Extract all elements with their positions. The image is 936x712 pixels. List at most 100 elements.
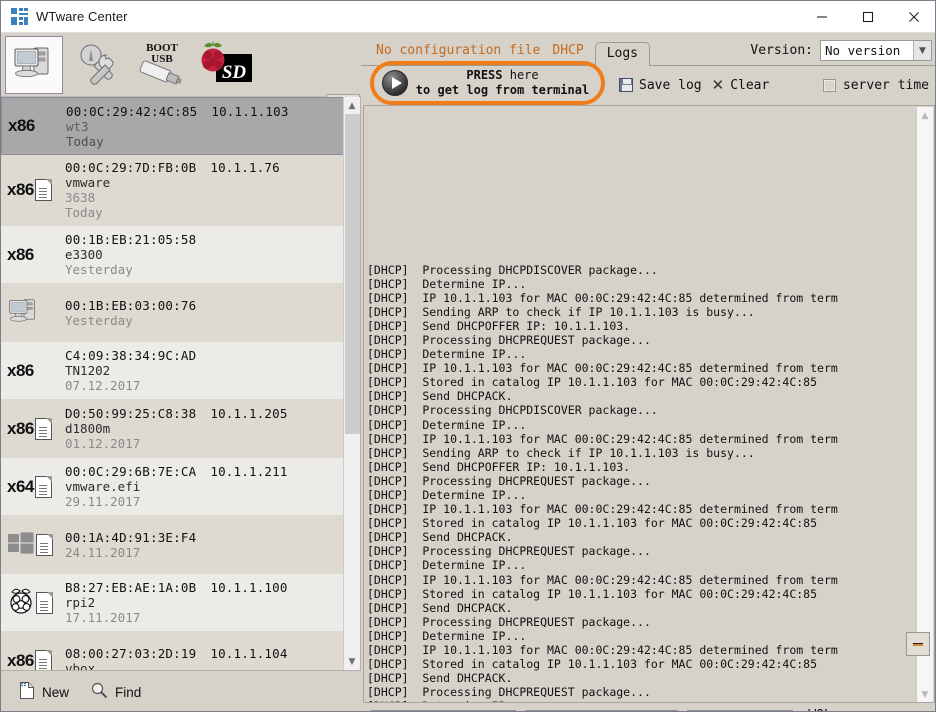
wrench-screwdriver-icon — [75, 41, 121, 89]
row-body: 00:0C:29:7D:FB:0B10.1.1.76vmware3638Toda… — [63, 160, 344, 220]
list-footer: New Find — [1, 670, 361, 712]
terminal-list-item[interactable]: x8600:0C:29:42:4C:8510.1.1.103wt3Today — [1, 97, 344, 155]
row-body: 00:1B:EB:03:00:76Yesterday — [63, 298, 344, 328]
row-date: 24.11.2017 — [65, 545, 344, 560]
minimize-button[interactable] — [799, 1, 845, 33]
config-file-icon — [35, 179, 52, 201]
row-name: TN1202 — [65, 363, 344, 378]
terminal-list-item[interactable]: 00:1B:EB:03:00:76Yesterday — [1, 284, 344, 342]
row-icons: x86 — [1, 349, 63, 393]
terminal-list-item[interactable]: B8:27:EB:AE:1A:0B10.1.1.100rpi217.11.201… — [1, 574, 344, 632]
save-log-button[interactable]: Save log — [619, 78, 702, 93]
terminal-list-item[interactable]: 00:1A:4D:91:3E:F424.11.2017 — [1, 516, 344, 574]
version-control: Version: No version ▼ — [750, 40, 932, 61]
maximize-button[interactable] — [845, 1, 891, 33]
terminal-list-item[interactable]: x6400:0C:29:6B:7E:CA10.1.1.211vmware.efi… — [1, 458, 344, 516]
get-log-button[interactable]: PRESS here to get log from terminal — [370, 61, 605, 105]
row-mac-ip: 00:1B:EB:21:05:58 — [65, 232, 344, 247]
config-file-icon — [36, 534, 53, 556]
title-bar: WTware Center — [1, 1, 936, 33]
row-mac-ip: 08:00:27:03:2D:1910.1.1.104 — [65, 646, 344, 661]
row-name: vbox — [65, 661, 344, 671]
row-body: C4:09:38:34:9C:ADTN120207.12.2017 — [63, 348, 344, 393]
terminal-list-item[interactable]: x8600:1B:EB:21:05:58e3300Yesterday — [1, 226, 344, 284]
version-label: Version: — [750, 43, 813, 58]
chevron-down-icon[interactable]: ▼ — [913, 41, 931, 60]
play-circle-icon — [382, 70, 408, 96]
arch-label: x64 — [7, 477, 34, 497]
terminal-list-panel: x8600:0C:29:42:4C:8510.1.1.103wt3Todayx8… — [1, 97, 361, 670]
terminals-button[interactable] — [5, 36, 63, 94]
row-mac-ip: B8:27:EB:AE:1A:0B10.1.1.100 — [65, 580, 344, 595]
row-mac: 08:00:27:03:2D:19 — [65, 646, 196, 661]
log-scroll-down-icon[interactable]: ▼ — [917, 686, 933, 703]
new-button[interactable]: New — [19, 681, 69, 703]
row-date: Today — [65, 205, 344, 220]
log-scroll-up-icon[interactable]: ▲ — [917, 107, 933, 124]
floppy-save-icon — [619, 78, 633, 92]
row-body: 00:1A:4D:91:3E:F424.11.2017 — [63, 530, 344, 560]
row-mac: B8:27:EB:AE:1A:0B — [65, 580, 196, 595]
row-date: 07.12.2017 — [65, 378, 344, 393]
new-label: New — [42, 685, 69, 700]
clear-button[interactable]: ✕ Clear — [712, 78, 770, 93]
row-icons: x86 — [1, 233, 63, 277]
row-mac-ip: 00:1B:EB:03:00:76 — [65, 298, 344, 313]
version-select[interactable]: No version ▼ — [820, 40, 932, 61]
terminal-list-item[interactable]: x86D0:50:99:25:C8:3810.1.1.205d1800m01.1… — [1, 400, 344, 458]
row-name: wt3 — [66, 119, 343, 134]
terminal-list-item[interactable]: x8600:0C:29:7D:FB:0B10.1.1.76vmware3638T… — [1, 155, 344, 226]
row-date: Today — [66, 134, 343, 149]
row-body: D0:50:99:25:C8:3810.1.1.205d1800m01.12.2… — [63, 406, 344, 451]
settings-button[interactable] — [69, 36, 127, 94]
row-mac-ip: 00:0C:29:6B:7E:CA10.1.1.211 — [65, 464, 344, 479]
row-date: Yesterday — [65, 313, 344, 328]
row-date: 29.11.2017 — [65, 494, 344, 509]
log-actions: Save log ✕ Clear — [619, 66, 769, 104]
log-scrollbar[interactable]: ▲ ▼ — [916, 107, 933, 703]
terminal-list-scrollbar[interactable]: ▲ ▼ — [343, 97, 360, 670]
row-mac-ip: D0:50:99:25:C8:3810.1.1.205 — [65, 406, 344, 421]
row-body: 00:1B:EB:21:05:58e3300Yesterday — [63, 232, 344, 277]
terminal-list-item[interactable]: x86C4:09:38:34:9C:ADTN120207.12.2017 — [1, 342, 344, 400]
raspberry-sd-button[interactable]: SD — [193, 36, 255, 94]
row-ip: 10.1.1.211 — [210, 464, 287, 479]
row-name: vmware — [65, 175, 344, 190]
tab-logs[interactable]: Logs — [595, 42, 650, 66]
boot-usb-icon: BOOT USB — [134, 38, 190, 92]
row-date: Yesterday — [65, 262, 344, 277]
scrollbar-thumb[interactable] — [345, 114, 360, 434]
monitor-pc-icon — [7, 296, 41, 330]
press-line2: to get log from terminal — [408, 83, 597, 98]
terminal-list-item[interactable]: x8608:00:27:03:2D:1910.1.1.104vbox — [1, 632, 344, 670]
window-controls — [799, 1, 936, 33]
row-name: d1800m — [65, 421, 344, 436]
row-icons — [1, 291, 63, 335]
find-button[interactable]: Find — [91, 682, 141, 702]
server-time-label: server time — [843, 78, 929, 93]
close-button[interactable] — [891, 1, 936, 33]
scroll-up-icon[interactable]: ▲ — [344, 97, 360, 114]
terminal-list[interactable]: x8600:0C:29:42:4C:8510.1.1.103wt3Todayx8… — [1, 97, 344, 670]
row-icons: x86 — [1, 168, 63, 212]
row-ip: 10.1.1.205 — [210, 406, 287, 421]
find-label: Find — [115, 685, 141, 700]
clear-label: Clear — [730, 78, 769, 93]
server-time-checkbox[interactable]: server time — [823, 66, 929, 104]
app-grid-icon — [11, 8, 28, 25]
log-output-area[interactable]: [DHCP] Processing DHCPDISCOVER package..… — [363, 105, 935, 703]
save-log-label: Save log — [639, 78, 702, 93]
config-file-icon — [35, 418, 52, 440]
row-mac: 00:1B:EB:21:05:58 — [65, 232, 196, 247]
press-rest: here — [503, 68, 539, 82]
row-icons — [1, 523, 63, 567]
row-icons: x64 — [1, 465, 63, 509]
left-toolbar: BOOT USB SD — [1, 33, 361, 97]
x-close-icon: ✕ — [712, 78, 725, 93]
checkbox-box[interactable] — [823, 79, 836, 92]
boot-usb-button[interactable]: BOOT USB — [133, 36, 191, 94]
row-mac: 00:1B:EB:03:00:76 — [65, 298, 196, 313]
scroll-down-icon[interactable]: ▼ — [344, 653, 360, 670]
minimize-log-button[interactable] — [906, 632, 930, 656]
row-name: rpi2 — [65, 595, 344, 610]
